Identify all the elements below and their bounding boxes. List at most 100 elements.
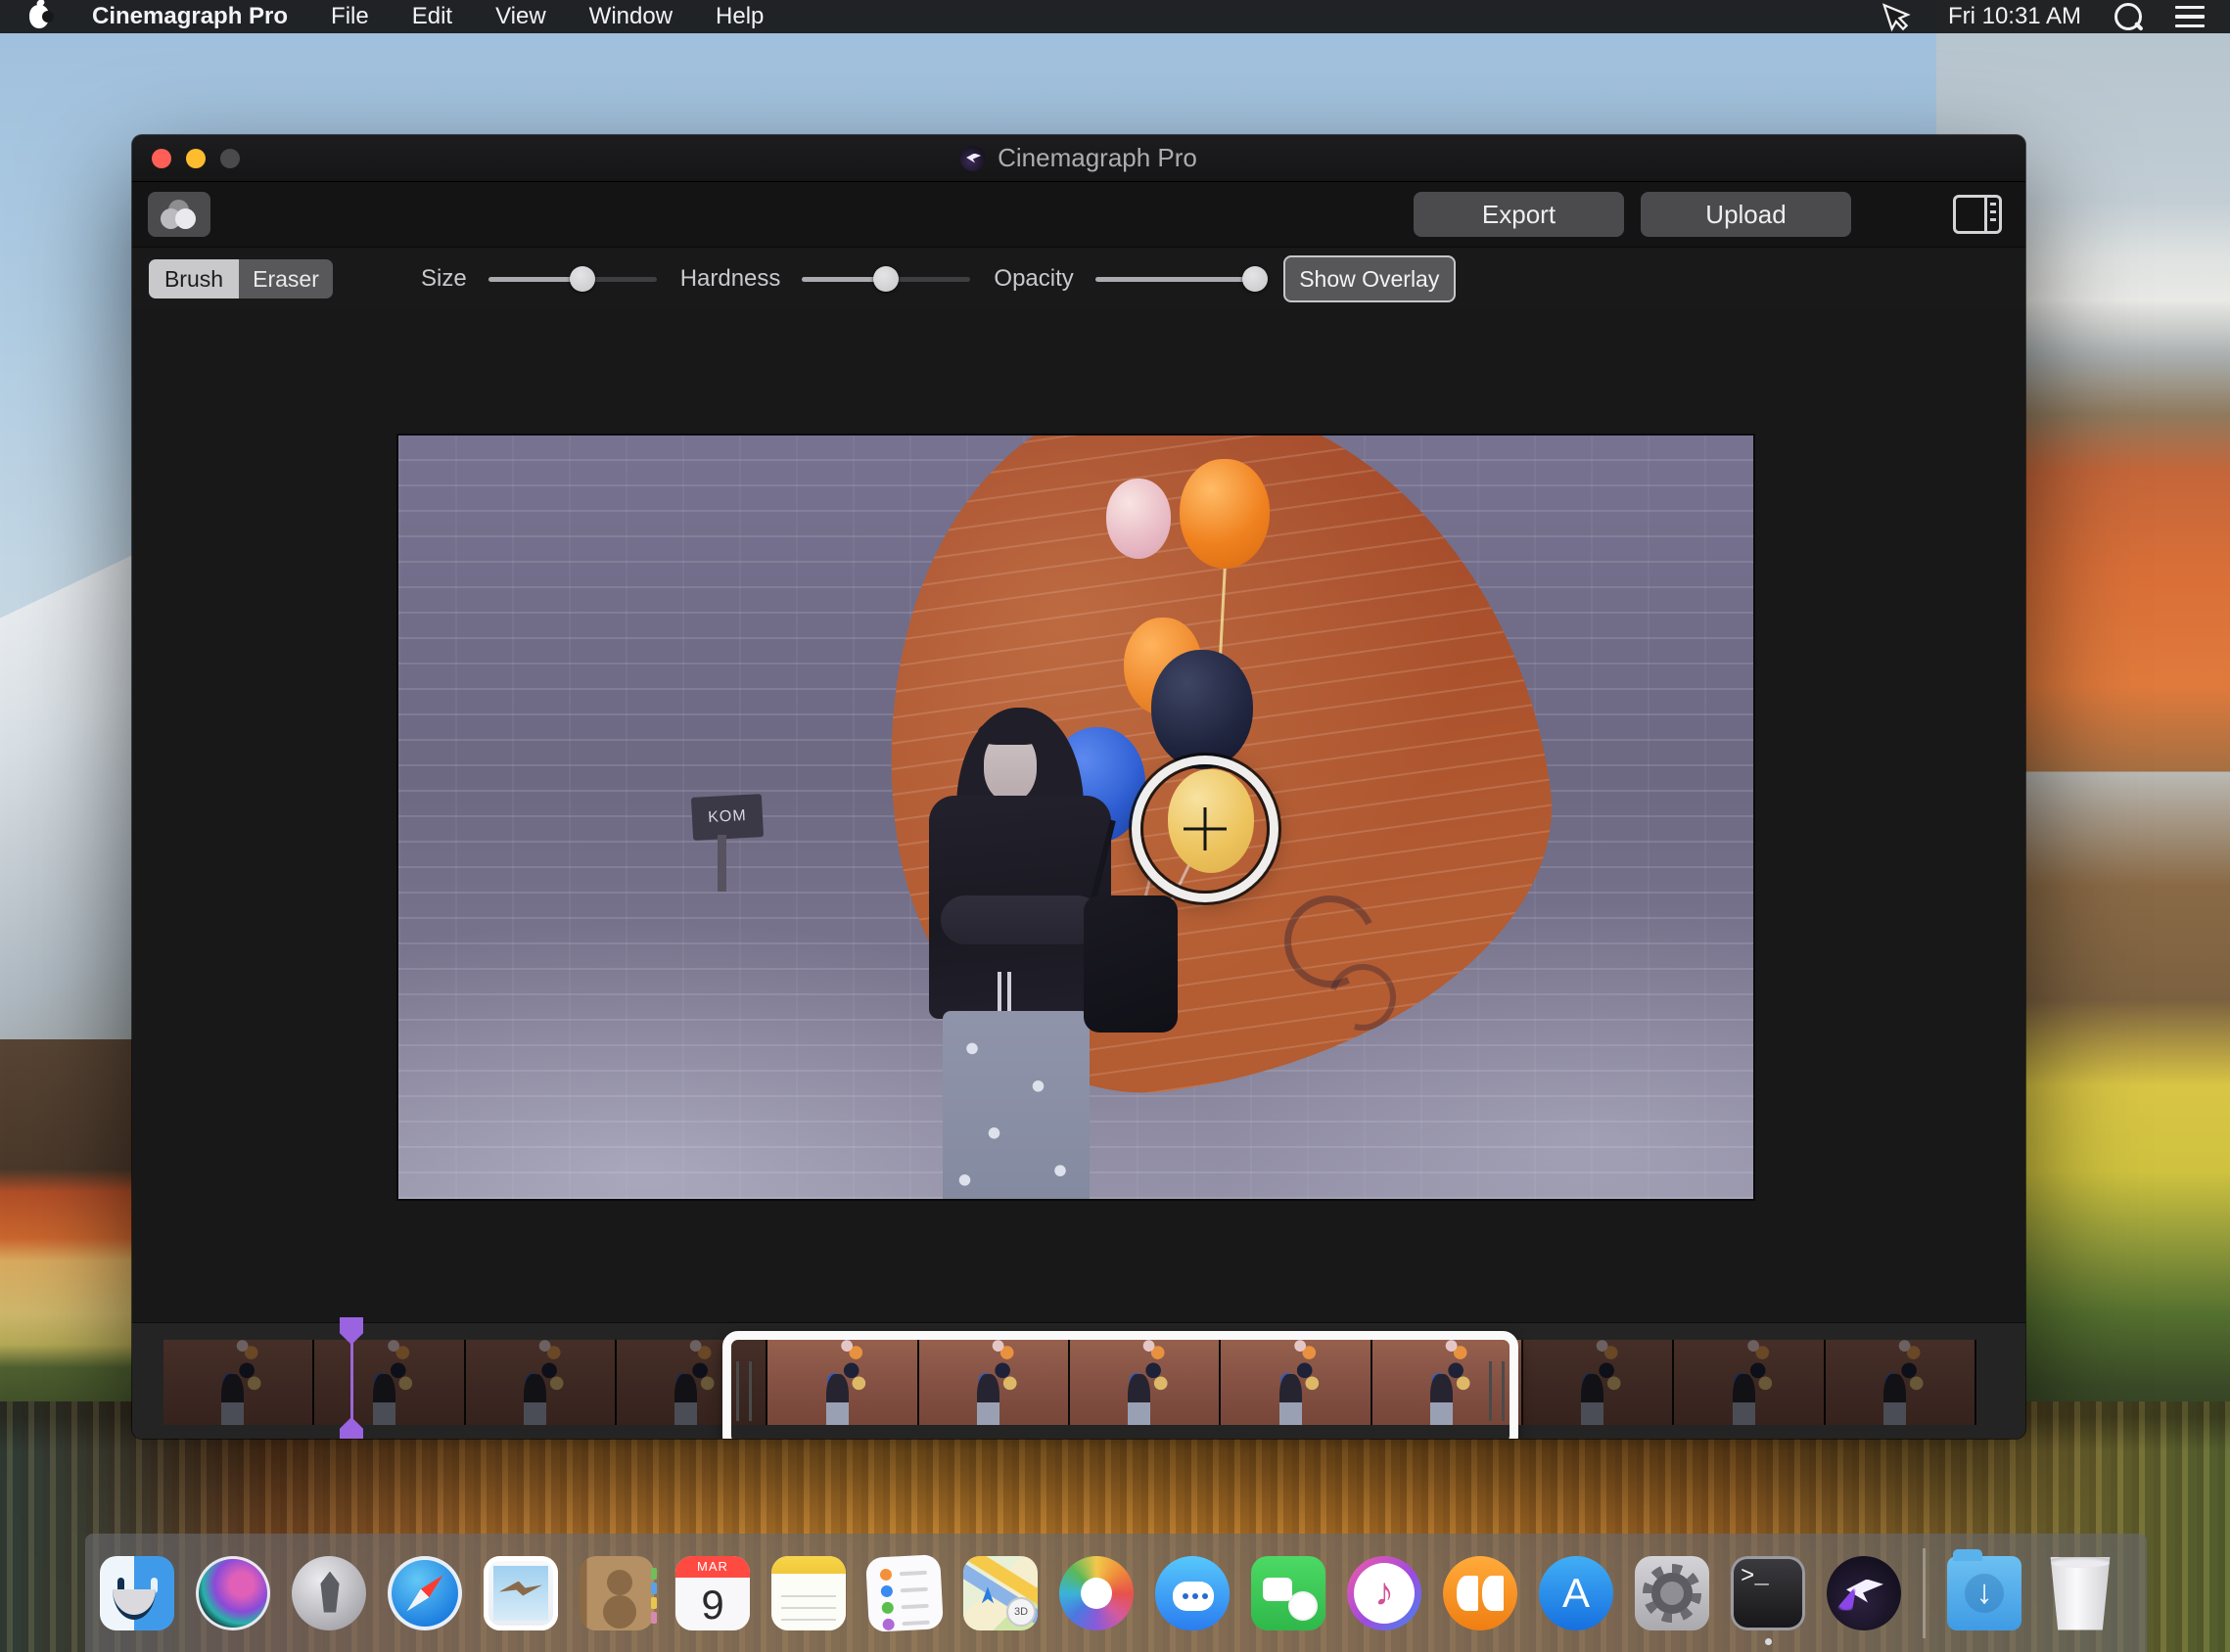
app-window: Cinemagraph Pro Export Upload Brush Eras… [132, 135, 2025, 1439]
filmstrip[interactable] [163, 1340, 1976, 1425]
timeline-frame[interactable] [466, 1340, 617, 1425]
dock-launchpad[interactable] [292, 1556, 366, 1630]
overlapping-circles-icon [161, 200, 198, 229]
show-overlay-button[interactable]: Show Overlay [1283, 255, 1456, 302]
dock: MAR 9 3D A >_ [85, 1534, 2147, 1652]
dock-siri[interactable] [196, 1556, 270, 1630]
graffiti-scrawl [1284, 895, 1402, 1032]
dock-facetime[interactable] [1251, 1556, 1325, 1630]
leather-bag [1084, 895, 1178, 1032]
minimize-button[interactable] [186, 149, 206, 168]
dock-system-preferences[interactable] [1635, 1556, 1709, 1630]
export-button[interactable]: Export [1414, 192, 1624, 237]
calendar-day: 9 [675, 1580, 750, 1630]
editing-canvas[interactable]: KOM [132, 310, 2025, 1322]
dock-contacts[interactable] [580, 1556, 654, 1630]
timeline-frame[interactable] [1674, 1340, 1825, 1425]
calendar-month: MAR [675, 1556, 750, 1578]
size-label: Size [421, 265, 467, 293]
opacity-slider[interactable] [1095, 265, 1264, 293]
trim-selection[interactable] [722, 1331, 1518, 1439]
dock-separator [1923, 1548, 1926, 1638]
dock-safari[interactable] [388, 1556, 462, 1630]
spotlight-search-icon[interactable] [2114, 3, 2142, 30]
menu-bar-right: Fri 10:31 AM [1882, 0, 2230, 35]
dock-itunes[interactable] [1347, 1556, 1421, 1630]
dock-photos[interactable] [1059, 1556, 1134, 1630]
dock-maps[interactable]: 3D [963, 1556, 1038, 1630]
balloon-navy [1151, 650, 1253, 769]
sidebar-toggle-button[interactable] [1945, 191, 2010, 238]
downloads-ring [1965, 1574, 2004, 1613]
opacity-label: Opacity [994, 265, 1073, 293]
menu-file[interactable]: File [331, 3, 369, 30]
woman-skirt [943, 1011, 1090, 1199]
close-button[interactable] [152, 149, 171, 168]
size-slider-knob[interactable] [570, 266, 595, 292]
hardness-slider-knob[interactable] [873, 266, 899, 292]
dock-calendar[interactable]: MAR 9 [675, 1556, 750, 1630]
woman-bangs [978, 719, 1043, 745]
dock-cinemagraph-pro[interactable] [1827, 1556, 1901, 1630]
woman-crossed-arms [941, 895, 1101, 944]
size-slider[interactable] [488, 265, 657, 293]
playhead-bottom-handle[interactable] [340, 1417, 363, 1439]
menu-clock[interactable]: Fri 10:31 AM [1948, 3, 2081, 30]
dock-terminal[interactable]: >_ [1731, 1556, 1805, 1630]
brush-controls-bar: Brush Eraser Size Hardness Opacity Sho [132, 247, 2025, 310]
playhead-top-handle[interactable] [340, 1317, 363, 1345]
menu-view[interactable]: View [495, 3, 546, 30]
trim-handle-right[interactable] [1489, 1361, 1505, 1421]
zoom-button-disabled [220, 149, 240, 168]
segment-eraser[interactable]: Eraser [239, 259, 333, 298]
opacity-slider-knob[interactable] [1242, 266, 1268, 292]
apple-menu-icon[interactable] [29, 5, 49, 28]
video-frame[interactable]: KOM [398, 436, 1753, 1199]
brush-eraser-segmented-control: Brush Eraser [149, 259, 333, 298]
upload-button[interactable]: Upload [1641, 192, 1851, 237]
layers-button[interactable] [148, 192, 210, 237]
app-icon-small [960, 146, 986, 171]
timeline-frame[interactable] [163, 1340, 314, 1425]
hardness-slider[interactable] [802, 265, 970, 293]
dock-appstore[interactable]: A [1539, 1556, 1613, 1630]
timeline-bar [132, 1322, 2025, 1439]
mouse-cursor-icon [1882, 0, 1915, 35]
desktop: Cinemagraph Pro File Edit View Window He… [0, 0, 2230, 1652]
menu-bar: Cinemagraph Pro File Edit View Window He… [0, 0, 2230, 33]
hardness-label: Hardness [680, 265, 781, 293]
balloon-pink [1106, 479, 1171, 559]
menu-edit[interactable]: Edit [412, 3, 452, 30]
trim-handle-left[interactable] [736, 1361, 752, 1421]
opacity-slider-fill [1095, 277, 1255, 282]
dock-messages[interactable] [1155, 1556, 1230, 1630]
menu-help[interactable]: Help [716, 3, 764, 30]
toolbar: Export Upload [132, 181, 2025, 247]
menu-bar-left: Cinemagraph Pro File Edit View Window He… [0, 3, 764, 30]
timeline-frame[interactable] [1826, 1340, 1976, 1425]
brush-cursor [1140, 764, 1270, 894]
wall-pipe [718, 835, 726, 892]
notification-center-icon[interactable] [2175, 6, 2205, 28]
title-bar[interactable]: Cinemagraph Pro [132, 135, 2025, 181]
dock-ibooks[interactable] [1443, 1556, 1517, 1630]
balloon-orange-top [1180, 459, 1270, 569]
dock-reminders[interactable] [865, 1554, 944, 1632]
dock-finder[interactable] [100, 1556, 174, 1630]
window-title: Cinemagraph Pro [998, 143, 1197, 173]
dock-downloads-folder[interactable] [1947, 1556, 2021, 1630]
segment-brush[interactable]: Brush [149, 259, 239, 298]
menu-app-name[interactable]: Cinemagraph Pro [92, 3, 288, 30]
maps-3d-badge: 3D [1006, 1597, 1036, 1627]
playhead[interactable] [338, 1317, 365, 1439]
menu-window[interactable]: Window [589, 3, 673, 30]
timeline-frame[interactable] [1523, 1340, 1674, 1425]
dock-notes[interactable] [771, 1556, 846, 1630]
window-title-group: Cinemagraph Pro [132, 143, 2025, 173]
size-slider-fill [488, 277, 582, 282]
dock-trash[interactable] [2043, 1556, 2117, 1630]
graffiti-box: KOM [691, 794, 764, 841]
dock-mail[interactable] [484, 1556, 558, 1630]
sidebar-panel-icon [1953, 195, 2002, 234]
window-controls [132, 149, 240, 168]
